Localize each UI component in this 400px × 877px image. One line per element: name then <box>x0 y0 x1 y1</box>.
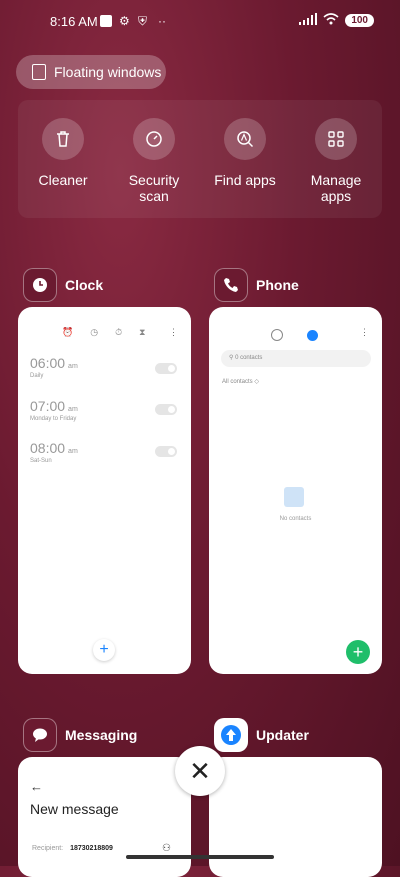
more-icon: ⋮ <box>169 327 178 337</box>
trash-icon <box>42 118 84 160</box>
speedometer-icon <box>133 118 175 160</box>
search-app-icon <box>224 118 266 160</box>
phone-icon <box>214 268 248 302</box>
shield-icon: ⛨ <box>138 14 148 28</box>
tool-label: Find apps <box>214 172 276 188</box>
app-card-updater[interactable] <box>209 757 382 877</box>
floating-window-icon <box>32 64 46 80</box>
tool-label: Security scan <box>128 172 180 204</box>
recipient-row: Recipient: 18730218809 <box>32 845 113 852</box>
grid-icon <box>315 118 357 160</box>
clock-icon <box>23 268 57 302</box>
timer-icon: ⧗ <box>139 327 146 337</box>
more-icon: ·· <box>158 14 166 28</box>
app-name: Messaging <box>65 727 138 743</box>
alarm-icon: ⏰ <box>62 327 74 337</box>
status-bar: 8:16 AM ⚙ ⛨ ·· 100 <box>0 10 400 34</box>
phone-tabs <box>271 329 318 341</box>
add-contact-icon: + <box>346 640 370 664</box>
stopwatch-icon: ⏱ <box>115 327 123 337</box>
wifi-icon <box>323 13 339 28</box>
app-header-clock[interactable]: Clock <box>23 268 103 302</box>
search-icon: ⚲ <box>229 355 234 361</box>
app-name: Clock <box>65 277 104 293</box>
tool-label: Cleaner <box>38 172 88 188</box>
quick-tools-panel: Cleaner Security scan Find apps Manage a… <box>18 100 382 218</box>
add-contact-person-icon: ⚇ <box>162 843 171 854</box>
app-card-messaging[interactable]: ← New message Recipient: 18730218809 ⚇ <box>18 757 191 877</box>
tool-label: Manage apps <box>310 172 362 204</box>
tool-cleaner[interactable]: Cleaner <box>19 118 107 188</box>
contacts-search: ⚲ 0 contacts <box>221 350 371 367</box>
app-header-updater[interactable]: Updater <box>214 718 309 752</box>
app-header-messaging[interactable]: Messaging <box>23 718 137 752</box>
close-icon: ✕ <box>189 755 211 786</box>
alarm-toggle <box>155 404 177 415</box>
tool-security-scan[interactable]: Security scan <box>110 118 198 204</box>
contacts-icon <box>307 329 318 341</box>
add-alarm-icon: + <box>93 639 115 661</box>
app-card-clock[interactable]: ⏰ ◷ ⏱ ⧗ ⋮ 06:00 am Daily 07:00 am Monday t… <box>18 307 191 674</box>
gesture-bar[interactable] <box>126 855 274 859</box>
battery-indicator: 100 <box>345 14 374 27</box>
notification-icon <box>100 15 112 27</box>
more-icon: ⋮ <box>360 327 369 337</box>
empty-label: No contacts <box>279 516 312 522</box>
alarm-toggle <box>155 363 177 374</box>
floating-windows-label: Floating windows <box>54 64 162 80</box>
alarm-item: 07:00 am Monday to Friday <box>30 398 78 422</box>
alarm-item: 08:00 am Sat-Sun <box>30 440 78 464</box>
updater-icon <box>214 718 248 752</box>
messaging-icon <box>23 718 57 752</box>
app-name: Updater <box>256 727 309 743</box>
alarm-item: 06:00 am Daily <box>30 355 78 379</box>
app-header-phone[interactable]: Phone <box>214 268 299 302</box>
alarm-toggle <box>155 446 177 457</box>
clock-tabs: ⏰ ◷ ⏱ ⧗ <box>62 327 145 338</box>
tool-find-apps[interactable]: Find apps <box>201 118 289 188</box>
clear-all-button[interactable]: ✕ <box>175 746 225 796</box>
world-clock-icon: ◷ <box>90 327 99 337</box>
empty-contacts-icon <box>284 487 304 507</box>
app-card-phone[interactable]: ⋮ ⚲ 0 contacts All contacts ◇ No contact… <box>209 307 382 674</box>
settings-icon: ⚙ <box>119 14 130 28</box>
signal-icon <box>299 13 318 28</box>
tool-manage-apps[interactable]: Manage apps <box>292 118 380 204</box>
floating-windows-button[interactable]: Floating windows <box>16 55 166 89</box>
back-arrow-icon: ← <box>30 779 43 794</box>
message-title: New message <box>30 801 119 817</box>
status-time: 8:16 AM <box>50 14 98 29</box>
contacts-filter: All contacts ◇ <box>222 379 259 385</box>
recents-icon <box>271 329 283 341</box>
app-name: Phone <box>256 277 299 293</box>
